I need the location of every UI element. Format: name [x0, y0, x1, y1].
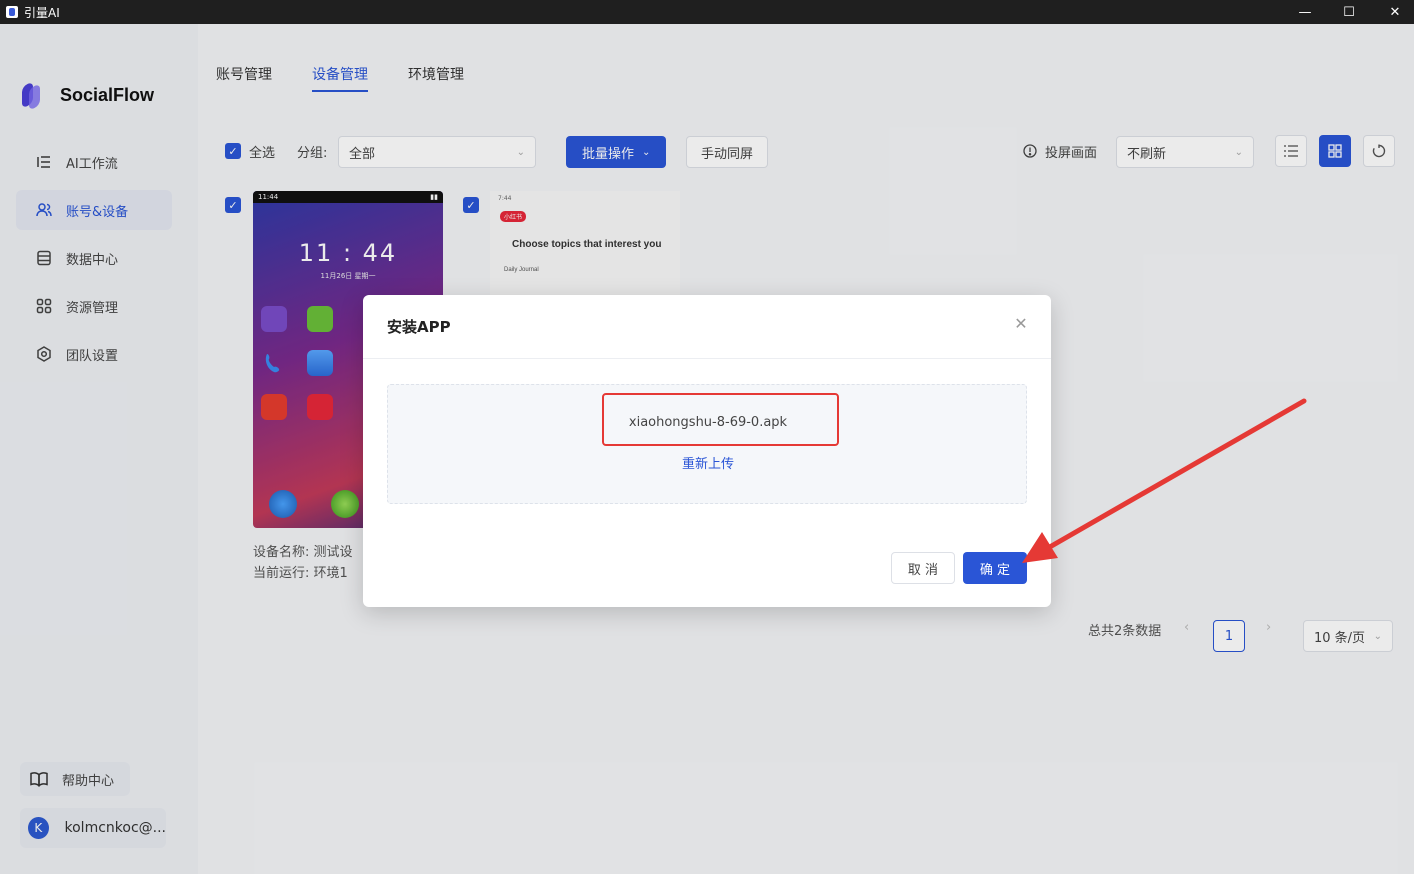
maximize-button[interactable]: ☐: [1326, 0, 1372, 24]
modal-title: 安装APP: [363, 295, 1051, 359]
install-app-modal: 安装APP ✕ xiaohongshu-8-69-0.apk 重新上传 取 消 …: [363, 295, 1051, 607]
close-icon[interactable]: ✕: [1011, 313, 1031, 333]
confirm-button[interactable]: 确 定: [963, 552, 1027, 584]
minimize-button[interactable]: —: [1282, 0, 1328, 24]
reupload-link[interactable]: 重新上传: [388, 453, 1028, 472]
window-titlebar: 引量AI — ☐ ✕: [0, 0, 1414, 24]
close-window-button[interactable]: ✕: [1372, 0, 1414, 24]
file-highlight-annotation: [602, 393, 839, 446]
cancel-button[interactable]: 取 消: [891, 552, 955, 584]
app-logo-icon: [6, 6, 18, 18]
window-title: 引量AI: [24, 5, 60, 20]
